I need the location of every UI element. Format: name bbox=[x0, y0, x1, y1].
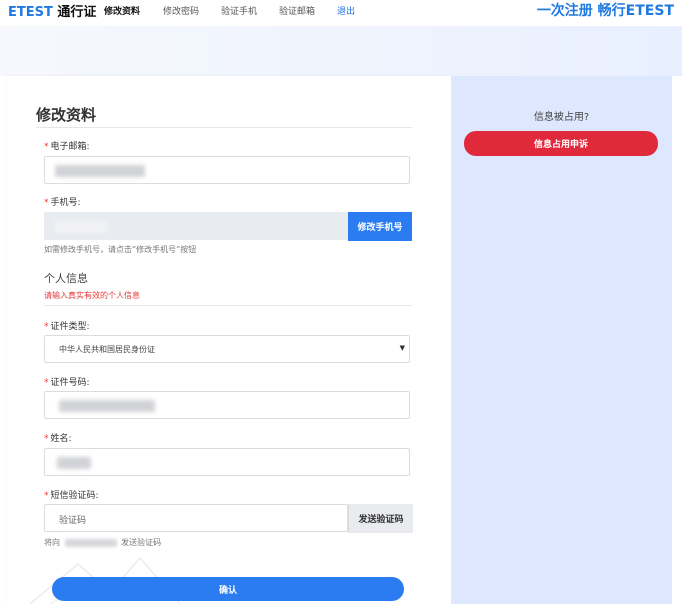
id-type-label: * 证件类型: bbox=[44, 319, 90, 332]
brand-logo[interactable]: ETEST 通行证 bbox=[8, 1, 96, 20]
section-divider bbox=[44, 305, 412, 306]
brand-latin: ETEST bbox=[8, 5, 53, 20]
id-type-label-text: 证件类型: bbox=[50, 322, 90, 332]
id-type-value: 中华人民共和国居民身份证 bbox=[59, 345, 155, 354]
nav-verify-phone[interactable]: 验证手机 bbox=[221, 4, 257, 17]
email-redacted-value bbox=[55, 165, 145, 177]
phone-label-text: 手机号: bbox=[50, 198, 81, 208]
send-code-hint: 将向 发送验证码 bbox=[44, 537, 161, 548]
name-field[interactable] bbox=[44, 448, 410, 476]
nav-change-password[interactable]: 修改密码 bbox=[163, 4, 199, 17]
info-appeal-button[interactable]: 信息占用申诉 bbox=[464, 131, 658, 156]
required-mark: * bbox=[44, 322, 49, 332]
email-label: * 电子邮箱: bbox=[44, 139, 90, 152]
nav-edit-profile[interactable]: 修改资料 bbox=[104, 4, 140, 17]
id-number-label-text: 证件号码: bbox=[50, 378, 90, 388]
nav-verify-email[interactable]: 验证邮箱 bbox=[279, 4, 315, 17]
submit-button[interactable]: 确认 bbox=[52, 577, 404, 601]
id-number-field[interactable] bbox=[44, 391, 410, 419]
phone-redacted-value bbox=[55, 221, 107, 233]
phone-hint: 如需修改手机号，请点击“修改手机号”按钮 bbox=[44, 245, 197, 254]
change-phone-button[interactable]: 修改手机号 bbox=[348, 212, 412, 241]
sms-code-label-text: 短信验证码: bbox=[50, 491, 99, 501]
brand-cn: 通行证 bbox=[57, 5, 97, 20]
name-redacted-value bbox=[57, 457, 91, 469]
required-mark: * bbox=[44, 434, 49, 444]
send-hint-prefix: 将向 bbox=[44, 538, 60, 547]
required-mark: * bbox=[44, 378, 49, 388]
send-code-button[interactable]: 发送验证码 bbox=[348, 504, 413, 533]
slogan: 一次注册 畅行ETEST bbox=[536, 3, 674, 19]
id-number-label: * 证件号码: bbox=[44, 375, 90, 388]
phone-label: * 手机号: bbox=[44, 195, 81, 208]
personal-info-note: 请输入真实有效的个人信息 bbox=[44, 291, 140, 300]
name-label-text: 姓名: bbox=[50, 434, 72, 444]
email-label-text: 电子邮箱: bbox=[50, 142, 90, 152]
required-mark: * bbox=[44, 198, 49, 208]
sms-code-label: * 短信验证码: bbox=[44, 488, 99, 501]
page-title: 修改资料 bbox=[36, 106, 97, 124]
id-type-select[interactable]: 中华人民共和国居民身份证 ▼ bbox=[44, 335, 410, 363]
info-occupied-question: 信息被占用? bbox=[533, 112, 590, 123]
top-nav: ETEST 通行证 修改资料 修改密码 验证手机 验证邮箱 退出 一次注册 畅行… bbox=[0, 0, 682, 22]
required-mark: * bbox=[44, 491, 49, 501]
caret-down-icon: ▼ bbox=[399, 344, 405, 352]
nav-logout[interactable]: 退出 bbox=[337, 4, 355, 17]
banner bbox=[0, 26, 682, 76]
phone-field bbox=[44, 212, 348, 240]
sms-code-input[interactable]: 验证码 bbox=[44, 504, 348, 532]
sms-code-placeholder: 验证码 bbox=[59, 516, 87, 526]
id-number-redacted-value bbox=[59, 400, 155, 412]
title-divider bbox=[36, 127, 412, 128]
name-label: * 姓名: bbox=[44, 431, 72, 444]
required-mark: * bbox=[44, 142, 49, 152]
send-hint-redacted-phone bbox=[64, 538, 117, 547]
personal-info-heading: 个人信息 bbox=[44, 272, 88, 285]
send-hint-suffix: 发送验证码 bbox=[121, 538, 162, 547]
email-field[interactable] bbox=[44, 156, 410, 184]
